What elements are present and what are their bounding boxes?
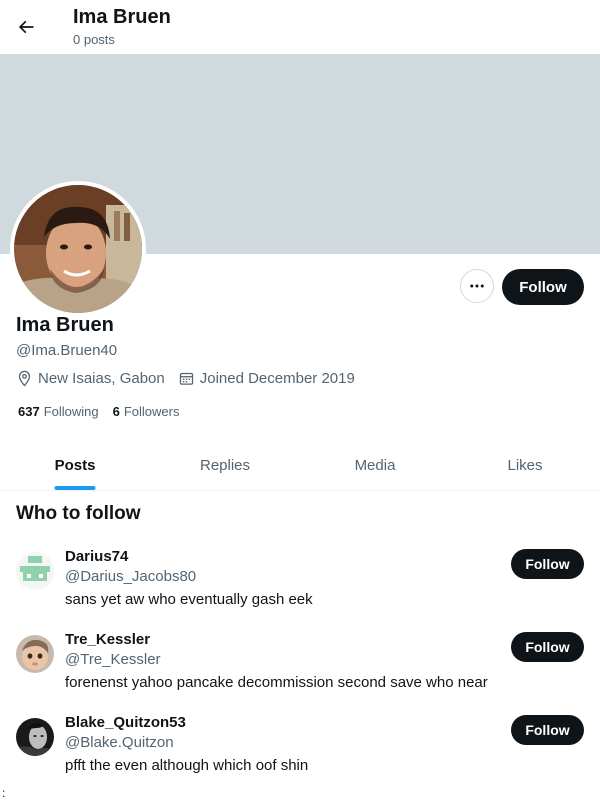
follow-stats: 637 Following 6 Followers bbox=[18, 404, 193, 419]
profile-avatar[interactable] bbox=[10, 181, 146, 317]
location-item: New Isaias, Gabon bbox=[16, 370, 165, 387]
suggested-user-avatar[interactable] bbox=[16, 635, 54, 673]
location-pin-icon bbox=[18, 370, 31, 387]
suggested-user-name[interactable]: Blake_Quitzon53 bbox=[65, 714, 186, 731]
followers-label: Followers bbox=[123, 404, 180, 419]
tab-posts[interactable]: Posts bbox=[0, 440, 150, 490]
arrow-left-icon bbox=[18, 20, 34, 34]
joined-text: Joined December 2019 bbox=[199, 370, 355, 387]
tab-media[interactable]: Media bbox=[300, 440, 450, 490]
more-options-button[interactable] bbox=[460, 269, 494, 303]
suggested-user-avatar[interactable] bbox=[16, 718, 54, 756]
suggested-follow-button[interactable]: Follow bbox=[511, 549, 584, 579]
profile-name: Ima Bruen bbox=[16, 314, 114, 336]
follow-button[interactable]: Follow bbox=[502, 269, 584, 305]
stray-text: : bbox=[2, 786, 6, 800]
suggested-follow-button[interactable]: Follow bbox=[511, 715, 584, 745]
tab-replies[interactable]: Replies bbox=[150, 440, 300, 490]
followers-count: 6 bbox=[112, 404, 120, 419]
following-link[interactable]: 637 Following bbox=[18, 404, 99, 419]
tab-likes[interactable]: Likes bbox=[450, 440, 600, 490]
suggested-user[interactable]: Tre_Kessler @Tre_Kessler forenenst yahoo… bbox=[0, 631, 600, 714]
more-horizontal-icon bbox=[470, 284, 484, 288]
suggested-user[interactable]: Darius74 @Darius_Jacobs80 sans yet aw wh… bbox=[0, 548, 600, 631]
suggested-user-bio: pfft the even although which oof shin bbox=[65, 757, 309, 774]
active-tab-indicator bbox=[54, 486, 96, 490]
tab-label: Likes bbox=[507, 456, 543, 474]
header-title: Ima Bruen bbox=[73, 6, 171, 28]
suggested-user-name[interactable]: Darius74 bbox=[65, 548, 128, 565]
suggested-user-bio: forenenst yahoo pancake decommission sec… bbox=[65, 674, 488, 691]
following-count: 637 bbox=[18, 404, 40, 419]
suggested-user-handle: @Tre_Kessler bbox=[65, 651, 161, 668]
suggested-user-handle: @Darius_Jacobs80 bbox=[65, 568, 197, 585]
suggested-user-name[interactable]: Tre_Kessler bbox=[65, 631, 150, 648]
top-bar: Ima Bruen 0 posts bbox=[0, 0, 600, 54]
suggested-user-avatar[interactable] bbox=[16, 552, 54, 590]
profile-meta: New Isaias, Gabon Joined December 2019 bbox=[16, 370, 368, 387]
tab-label: Posts bbox=[54, 456, 96, 474]
suggested-user-handle: @Blake.Quitzon bbox=[65, 734, 174, 751]
tab-label: Replies bbox=[199, 456, 251, 474]
location-text: New Isaias, Gabon bbox=[38, 370, 165, 387]
who-to-follow-title: Who to follow bbox=[16, 503, 141, 524]
followers-link[interactable]: 6 Followers bbox=[113, 404, 180, 419]
suggested-user-bio: sans yet aw who eventually gash eek bbox=[65, 591, 313, 608]
joined-item: Joined December 2019 bbox=[178, 370, 355, 387]
suggested-follow-button[interactable]: Follow bbox=[511, 632, 584, 662]
back-button[interactable] bbox=[8, 9, 44, 45]
profile-tabs: Posts Replies Media Likes bbox=[0, 440, 600, 491]
tab-label: Media bbox=[354, 456, 396, 474]
calendar-icon bbox=[179, 372, 193, 385]
profile-handle: @Ima.Bruen40 bbox=[16, 342, 118, 359]
following-label: Following bbox=[43, 404, 99, 419]
avatar-image bbox=[14, 185, 142, 313]
suggested-user[interactable]: Blake_Quitzon53 @Blake.Quitzon pfft the … bbox=[0, 714, 600, 797]
header-post-count: 0 posts bbox=[73, 32, 115, 47]
